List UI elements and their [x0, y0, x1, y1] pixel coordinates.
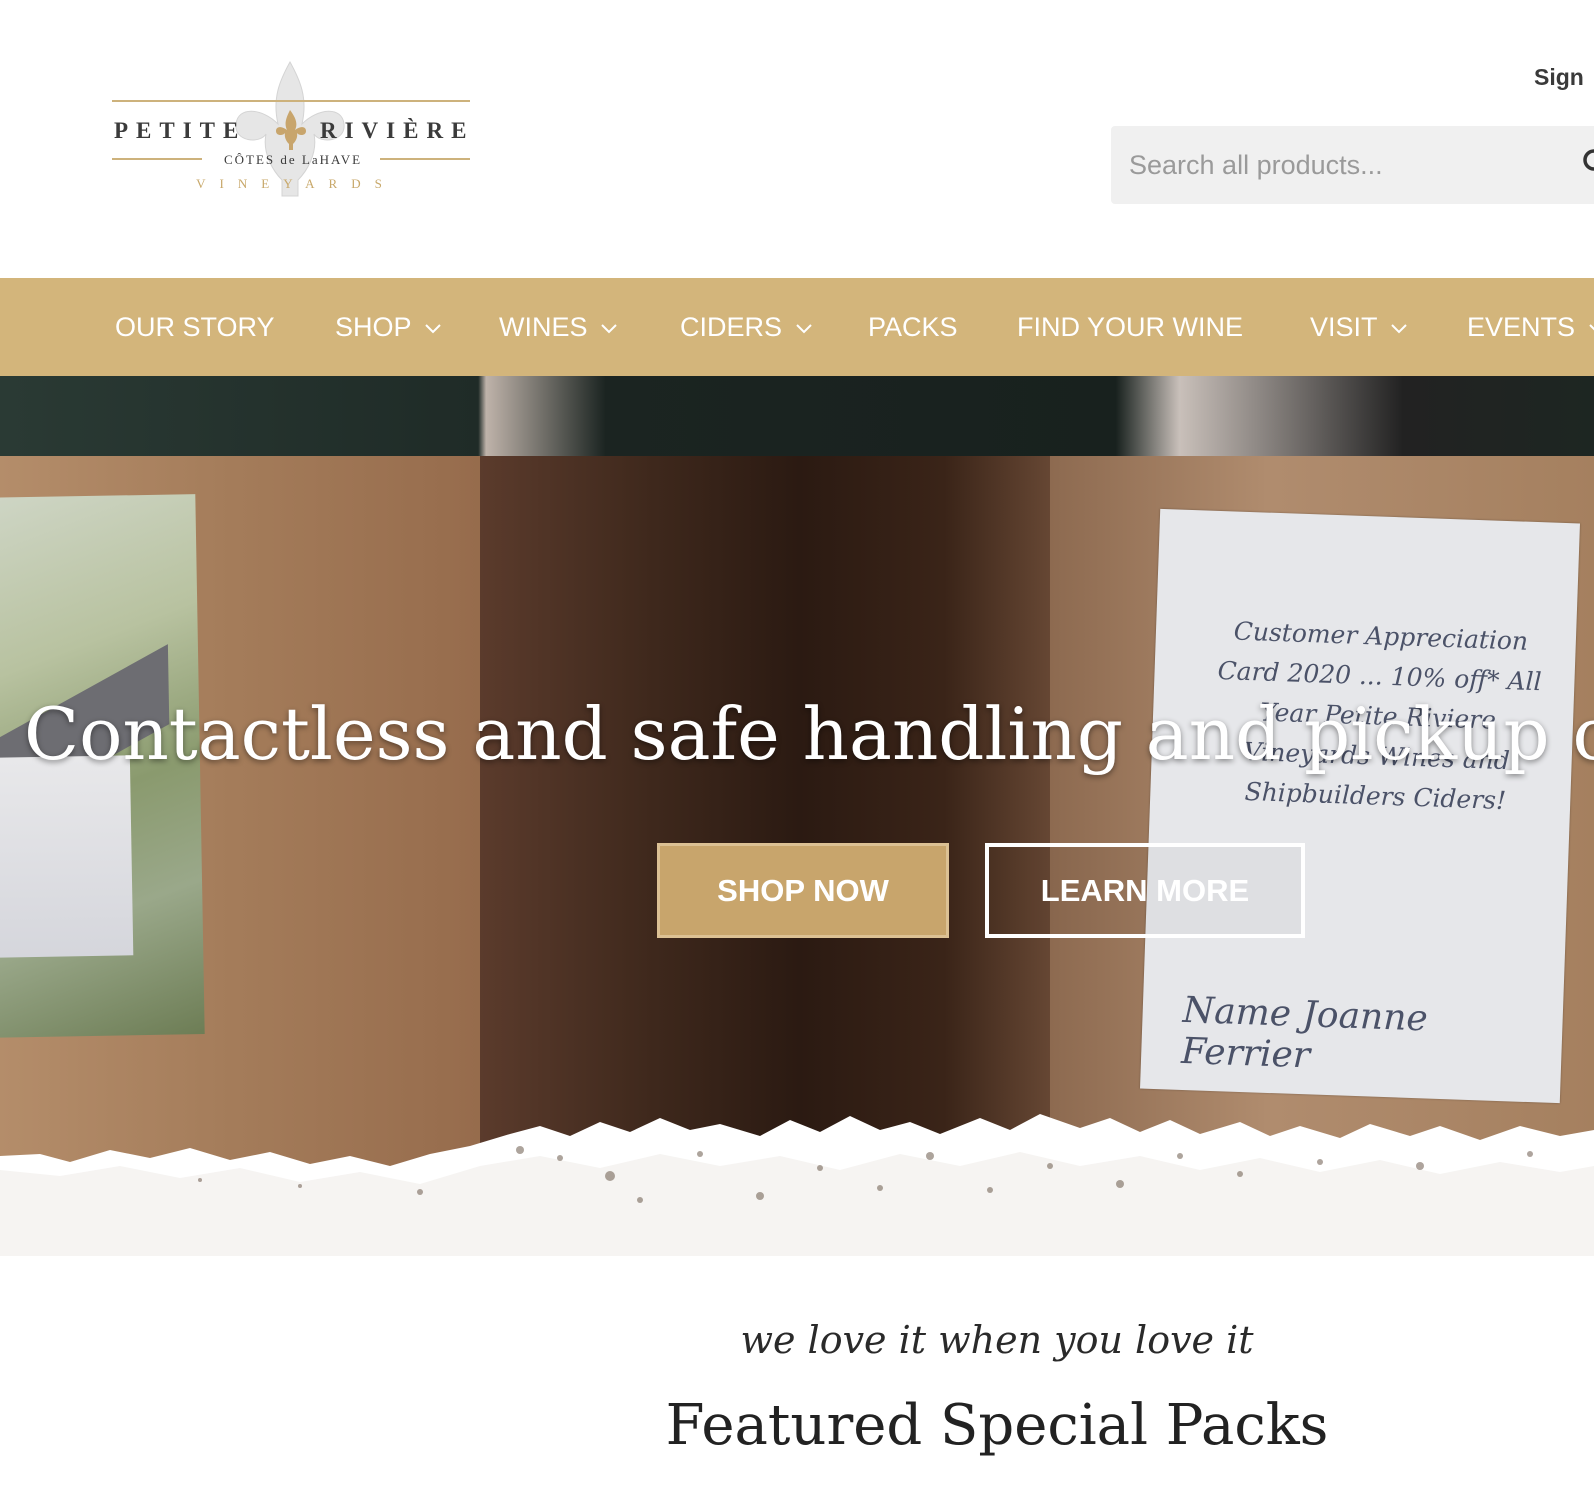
nav-item-label: SHOP	[335, 312, 412, 342]
site-header: PETITE RIVIÈRE CÔTES de LaHAVE VINEYARDS…	[0, 0, 1594, 278]
chevron-down-icon	[1588, 324, 1594, 331]
nav-item-label: EVENTS	[1467, 312, 1576, 342]
chevron-down-icon	[795, 324, 812, 334]
logo-vineyards: VINEYARDS	[196, 176, 396, 191]
search-icon[interactable]	[1582, 148, 1594, 178]
nav-item-find-your-wine[interactable]: FIND YOUR WINE	[1017, 278, 1243, 376]
nav-item-wines[interactable]: WINES	[499, 278, 617, 376]
nav-item-events[interactable]: EVENTS	[1467, 278, 1594, 376]
nav-item-label: CIDERS	[680, 312, 783, 342]
nav-item-label: FIND YOUR WINE	[1017, 312, 1244, 342]
main-nav: OUR STORY SHOP WINES CIDERS PACKS FIND Y…	[0, 278, 1594, 376]
hero-headline: Contactless and safe handling and pickup…	[24, 692, 1594, 776]
torn-paper-edge	[0, 1114, 1594, 1256]
shop-now-button[interactable]: SHOP NOW	[657, 843, 949, 938]
logo-title-left: PETITE	[114, 118, 247, 143]
nav-item-ciders[interactable]: CIDERS	[680, 278, 812, 376]
hero-banner: Customer Appreciation Card 2020 ... 10% …	[0, 376, 1594, 1256]
section-title: Featured Special Packs	[665, 1393, 1329, 1458]
nav-item-label: WINES	[499, 312, 588, 342]
section-tagline: we love it when you love it	[740, 1318, 1254, 1362]
logo-subtitle: CÔTES de LaHAVE	[223, 152, 363, 167]
sign-in-link[interactable]: Sign	[1534, 64, 1594, 91]
site-logo[interactable]: PETITE RIVIÈRE CÔTES de LaHAVE VINEYARDS	[112, 58, 474, 200]
appreciation-card-name: Name Joanne Ferrier	[1180, 989, 1429, 1077]
chevron-down-icon	[1390, 324, 1407, 334]
logo-title-right: RIVIÈRE	[320, 118, 475, 143]
appreciation-card: Customer Appreciation Card 2020 ... 10% …	[1140, 508, 1580, 1104]
nav-item-label: PACKS	[868, 312, 958, 342]
nav-item-visit[interactable]: VISIT	[1310, 278, 1407, 376]
nav-item-label: VISIT	[1310, 312, 1378, 342]
nav-item-packs[interactable]: PACKS	[868, 278, 958, 376]
nav-item-shop[interactable]: SHOP	[335, 278, 441, 376]
logo-rule-top	[112, 100, 470, 102]
search-bar	[1111, 126, 1594, 204]
chevron-down-icon	[601, 324, 617, 334]
house-wall	[0, 755, 134, 958]
search-input[interactable]	[1129, 126, 1549, 204]
chevron-down-icon	[424, 324, 441, 334]
nav-item-label: OUR STORY	[115, 312, 275, 342]
learn-more-button[interactable]: LEARN MORE	[985, 843, 1305, 938]
nav-item-our-story[interactable]: OUR STORY	[115, 278, 275, 376]
